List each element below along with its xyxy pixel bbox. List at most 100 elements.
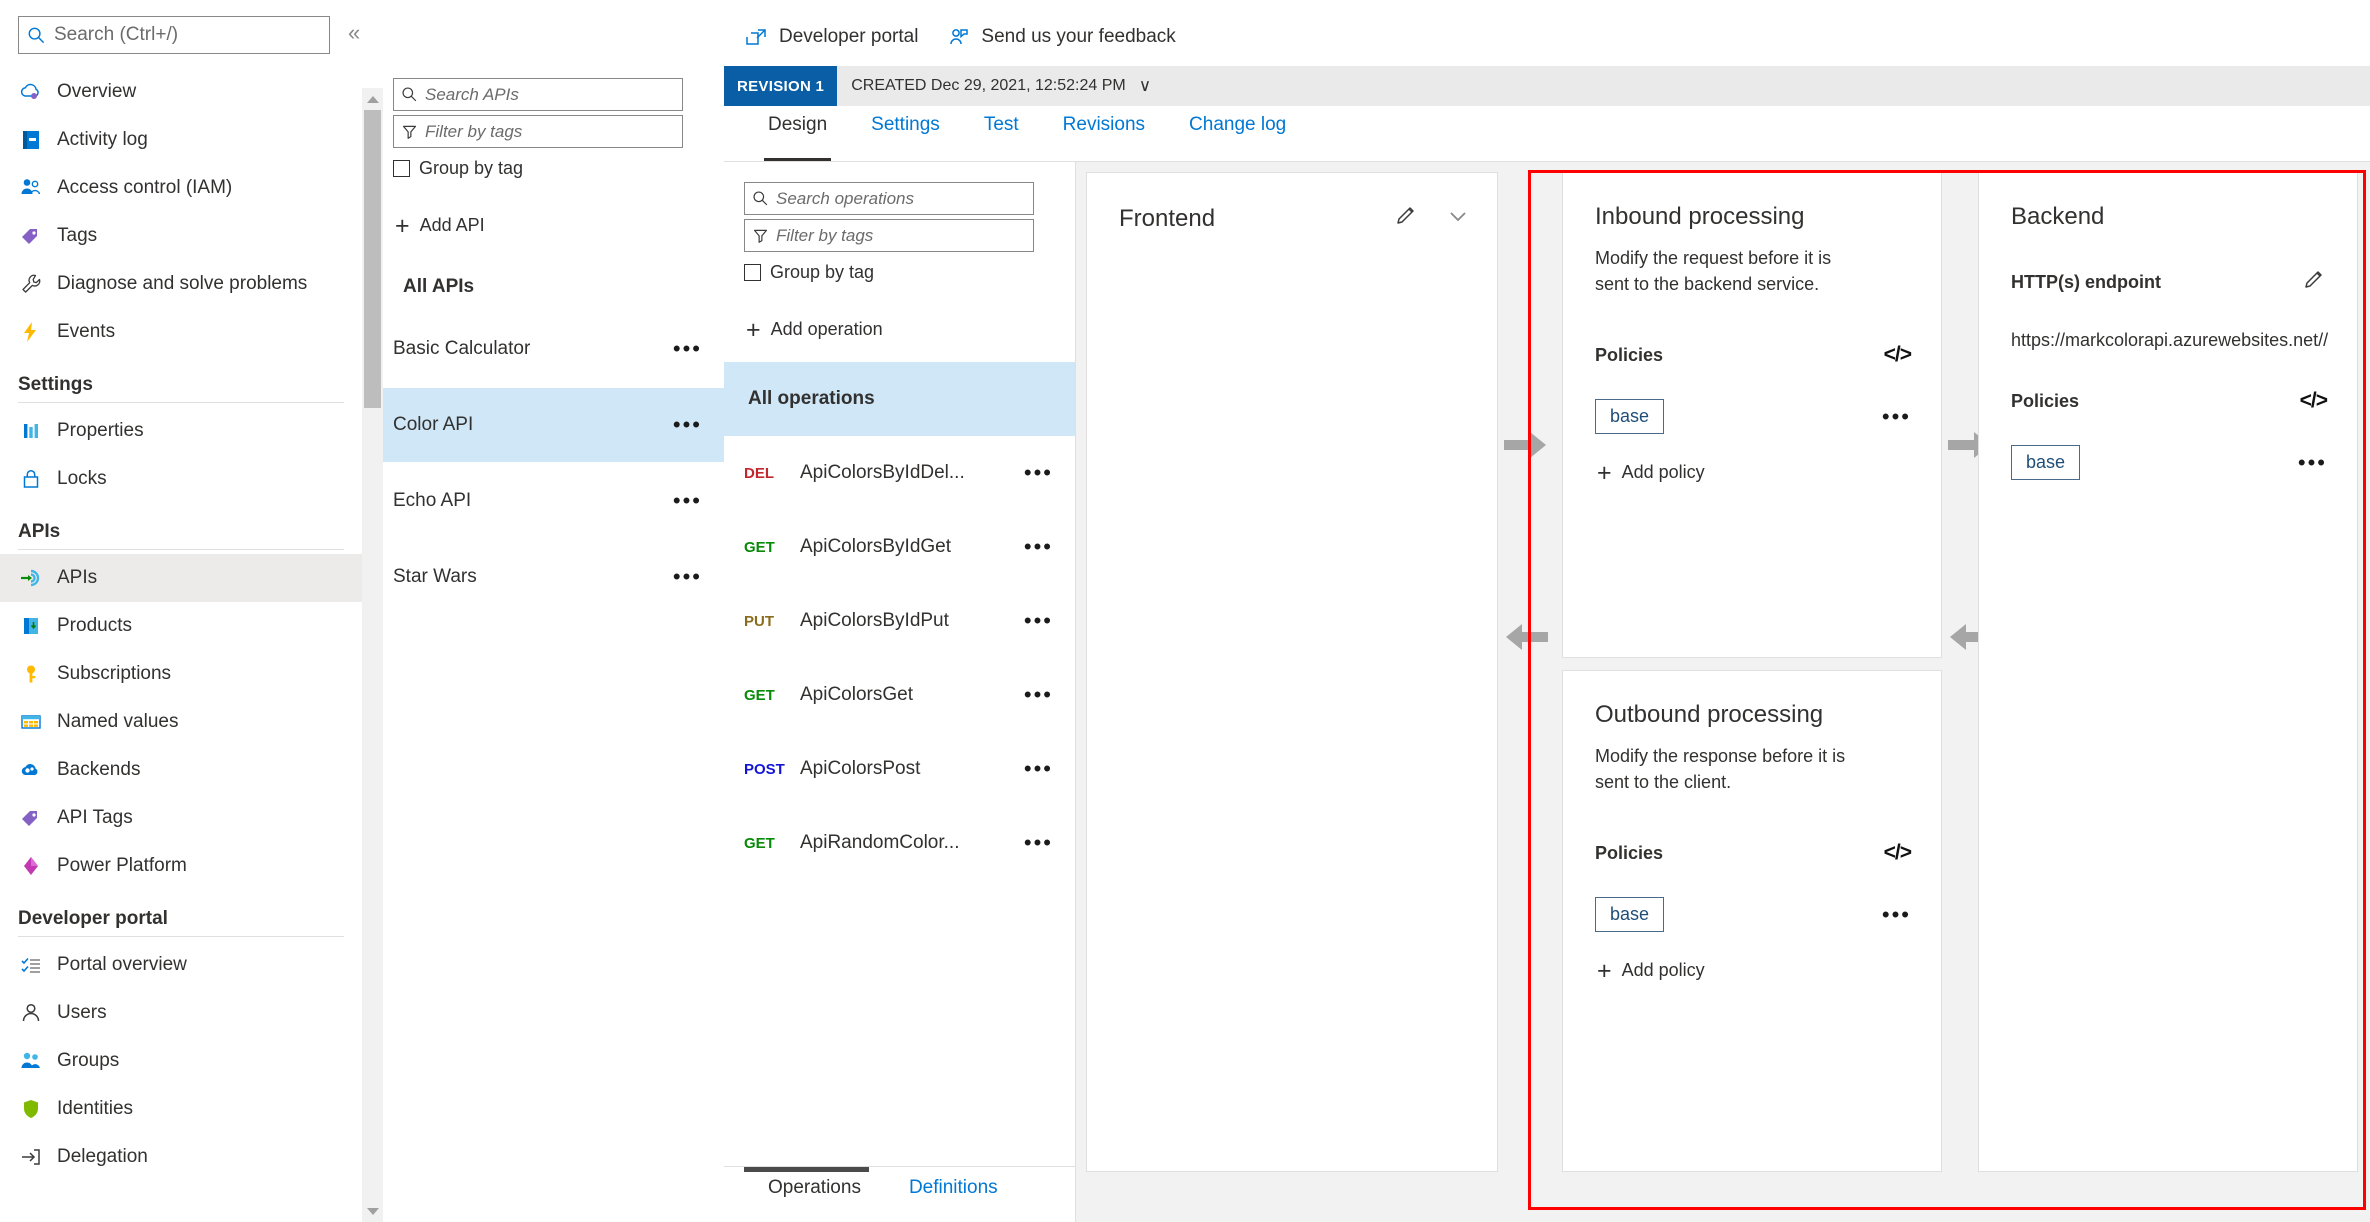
developer-portal-button[interactable]: Developer portal xyxy=(746,26,918,48)
apis-search-input[interactable]: Search APIs xyxy=(393,78,683,111)
code-brackets-icon[interactable]: </> xyxy=(1884,841,1912,865)
sidebar-item-apis[interactable]: APIs xyxy=(0,554,362,602)
http-verb-badge: GET xyxy=(744,538,775,556)
apis-filter-input[interactable]: Filter by tags xyxy=(393,115,683,148)
feedback-person-icon xyxy=(950,29,969,45)
table-row[interactable]: DEL ApiColorsByIdDel... ••• xyxy=(724,436,1075,510)
nav-scrollbar[interactable] xyxy=(362,88,383,1222)
operations-group-by-tag-checkbox[interactable]: Group by tag xyxy=(744,262,1053,283)
user-icon xyxy=(18,1000,44,1026)
tab-change-log[interactable]: Change log xyxy=(1167,106,1308,161)
plus-icon: + xyxy=(746,315,761,344)
sidebar-item-power-platform[interactable]: Power Platform xyxy=(0,842,362,890)
tab-definitions[interactable]: Definitions xyxy=(885,1167,1022,1222)
sidebar-item-events[interactable]: Events xyxy=(0,308,362,356)
sidebar-item-groups[interactable]: Groups xyxy=(0,1037,362,1085)
scroll-up-arrow-icon[interactable] xyxy=(362,88,383,110)
groups-icon xyxy=(18,1048,44,1074)
apis-group-by-tag-checkbox[interactable]: Group by tag xyxy=(393,158,702,179)
sidebar-item-identities[interactable]: Identities xyxy=(0,1085,362,1133)
plus-icon: + xyxy=(1597,458,1612,487)
sidebar-item-overview[interactable]: Overview xyxy=(0,68,362,116)
chevron-down-icon[interactable] xyxy=(1445,203,1471,234)
code-brackets-icon[interactable]: </> xyxy=(2300,389,2328,413)
table-row[interactable]: GET ApiColorsGet ••• xyxy=(724,658,1075,732)
revision-badge: REVISION 1 xyxy=(724,66,838,106)
tab-test[interactable]: Test xyxy=(962,106,1041,161)
search-icon xyxy=(28,27,45,43)
sidebar-item-diagnose[interactable]: Diagnose and solve problems xyxy=(0,260,362,308)
sidebar-item-tags[interactable]: Tags xyxy=(0,212,362,260)
add-api-button[interactable]: + Add API xyxy=(393,213,702,238)
sidebar-item-portal-overview[interactable]: Portal overview xyxy=(0,941,362,989)
tag-icon xyxy=(18,223,44,249)
ellipsis-icon[interactable]: ••• xyxy=(1024,462,1053,484)
inbound-add-policy-label: Add policy xyxy=(1621,462,1705,483)
sidebar-item-label: Access control (IAM) xyxy=(57,177,233,198)
sidebar-item-named-values[interactable]: Named values xyxy=(0,698,362,746)
ellipsis-icon[interactable]: ••• xyxy=(1024,536,1053,558)
left-navigation-pane: Search (Ctrl+/) « Overview Activity log … xyxy=(0,0,362,1222)
add-operation-button[interactable]: + Add operation xyxy=(744,315,1053,344)
table-row[interactable]: PUT ApiColorsByIdPut ••• xyxy=(724,584,1075,658)
ellipsis-icon[interactable]: ••• xyxy=(2298,451,2327,473)
checklist-icon xyxy=(18,952,44,978)
sidebar-item-activity-log[interactable]: Activity log xyxy=(0,116,362,164)
send-feedback-button[interactable]: Send us your feedback xyxy=(948,26,1176,48)
sidebar-item-users[interactable]: Users xyxy=(0,989,362,1037)
sidebar-item-delegation[interactable]: Delegation xyxy=(0,1133,362,1181)
ellipsis-icon[interactable]: ••• xyxy=(1882,405,1911,427)
scrollbar-thumb[interactable] xyxy=(364,110,381,408)
sidebar-item-label: Power Platform xyxy=(57,855,187,876)
inbound-add-policy-button[interactable]: + Add policy xyxy=(1595,458,1911,487)
table-row[interactable]: GET ApiColorsByIdGet ••• xyxy=(724,510,1075,584)
external-link-icon xyxy=(746,29,766,45)
sidebar-item-backends[interactable]: Backends xyxy=(0,746,362,794)
sidebar-item-access-control[interactable]: Access control (IAM) xyxy=(0,164,362,212)
pencil-icon[interactable] xyxy=(2301,267,2327,298)
tab-settings[interactable]: Settings xyxy=(849,106,962,161)
policy-chip-base[interactable]: base xyxy=(1595,399,1665,435)
ellipsis-icon[interactable]: ••• xyxy=(673,566,702,588)
ellipsis-icon[interactable]: ••• xyxy=(1024,832,1053,854)
operation-name: ApiRandomColor... xyxy=(800,832,960,853)
table-row[interactable]: GET ApiRandomColor... ••• xyxy=(724,806,1075,880)
sidebar-item-locks[interactable]: Locks xyxy=(0,455,362,503)
list-item[interactable]: Star Wars ••• xyxy=(383,540,724,614)
outbound-add-policy-button[interactable]: + Add policy xyxy=(1595,958,1911,983)
tab-revisions[interactable]: Revisions xyxy=(1041,106,1167,161)
scroll-down-arrow-icon[interactable] xyxy=(362,1200,383,1222)
ellipsis-icon[interactable]: ••• xyxy=(1024,610,1053,632)
policy-chip-base[interactable]: base xyxy=(1595,897,1665,933)
code-brackets-icon[interactable]: </> xyxy=(1884,343,1912,367)
sidebar-item-subscriptions[interactable]: Subscriptions xyxy=(0,650,362,698)
chevron-down-icon[interactable]: ∨ xyxy=(1139,76,1151,96)
nav-section-title-developer-portal: Developer portal xyxy=(18,908,168,929)
delegation-arrow-icon xyxy=(18,1144,44,1170)
operation-name: ApiColorsPost xyxy=(800,758,921,779)
sidebar-item-api-tags[interactable]: API Tags xyxy=(0,794,362,842)
tab-design[interactable]: Design xyxy=(746,106,849,161)
list-item[interactable]: Basic Calculator ••• xyxy=(383,312,724,386)
ellipsis-icon[interactable]: ••• xyxy=(673,338,702,360)
list-item[interactable]: Color API ••• xyxy=(383,388,724,462)
policy-chip-base[interactable]: base xyxy=(2011,445,2081,480)
tab-operations[interactable]: Operations xyxy=(744,1167,885,1222)
cloud-overview-icon xyxy=(18,79,44,105)
list-item[interactable]: Echo API ••• xyxy=(383,464,724,538)
ellipsis-icon[interactable]: ••• xyxy=(1024,758,1053,780)
ellipsis-icon[interactable]: ••• xyxy=(1882,903,1911,925)
sidebar-item-products[interactable]: Products xyxy=(0,602,362,650)
operations-filter-input[interactable]: Filter by tags xyxy=(744,219,1034,252)
operations-search-input[interactable]: Search operations xyxy=(744,182,1034,215)
sidebar-item-properties[interactable]: Properties xyxy=(0,407,362,455)
collapse-nav-button[interactable]: « xyxy=(348,20,360,46)
table-row[interactable]: POST ApiColorsPost ••• xyxy=(724,732,1075,806)
ellipsis-icon[interactable]: ••• xyxy=(673,490,702,512)
ellipsis-icon[interactable]: ••• xyxy=(673,414,702,436)
pencil-icon[interactable] xyxy=(1393,203,1419,234)
ellipsis-icon[interactable]: ••• xyxy=(1024,684,1053,706)
operation-all-operations[interactable]: All operations xyxy=(724,362,1075,436)
developer-portal-label: Developer portal xyxy=(779,26,919,47)
search-input[interactable]: Search (Ctrl+/) xyxy=(18,16,330,54)
